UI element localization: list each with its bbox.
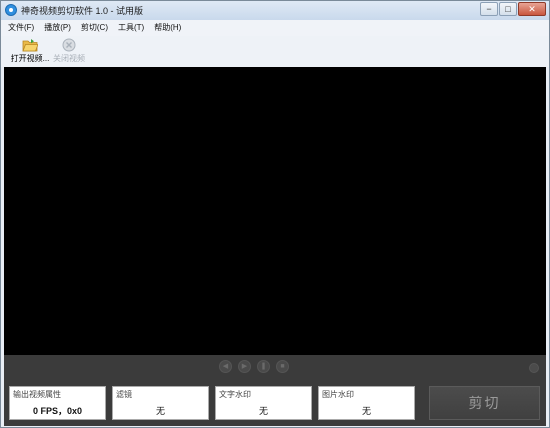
image-watermark-card[interactable]: 图片水印 无 — [318, 386, 415, 420]
play-button[interactable]: ▶ — [238, 360, 251, 373]
expand-icon[interactable] — [529, 363, 539, 373]
bottom-panel: ◀ ▶ ❚ ■ 输出视频属性 0 FPS，0x0 滤镜 无 文字水印 无 图片水… — [4, 355, 546, 426]
cut-button[interactable]: 剪切 — [429, 386, 540, 420]
rewind-button[interactable]: ◀ — [219, 360, 232, 373]
text-watermark-card[interactable]: 文字水印 无 — [215, 386, 312, 420]
rewind-icon: ◀ — [222, 363, 229, 370]
stop-button[interactable]: ■ — [276, 360, 289, 373]
video-preview[interactable] — [4, 67, 546, 355]
menu-help[interactable]: 帮助(H) — [149, 20, 186, 36]
app-logo-icon — [5, 4, 17, 16]
app-window: 神奇视频剪切软件 1.0 - 试用版 − □ ✕ 文件(F) 播放(P) 剪切(… — [0, 0, 550, 428]
output-props-value: 0 FPS，0x0 — [32, 406, 83, 416]
window-controls: − □ ✕ — [480, 2, 546, 16]
menu-tools[interactable]: 工具(T) — [113, 20, 149, 36]
filter-card[interactable]: 滤镜 无 — [112, 386, 209, 420]
filter-value: 无 — [155, 406, 165, 416]
image-watermark-value: 无 — [361, 406, 371, 416]
menu-bar: 文件(F) 播放(P) 剪切(C) 工具(T) 帮助(H) — [1, 20, 549, 37]
close-video-label: 关闭视频 — [53, 54, 85, 63]
playback-controls: ◀ ▶ ❚ ■ — [219, 360, 289, 373]
filter-caption: 滤镜 — [116, 390, 132, 399]
menu-play[interactable]: 播放(P) — [39, 20, 76, 36]
toolbar: 打开视频... 关闭视频 — [1, 36, 549, 67]
folder-open-icon — [22, 39, 38, 52]
output-props-card[interactable]: 输出视频属性 0 FPS，0x0 — [9, 386, 106, 420]
pause-button[interactable]: ❚ — [257, 360, 270, 373]
menu-file[interactable]: 文件(F) — [1, 20, 39, 36]
close-window-button[interactable]: ✕ — [518, 2, 546, 16]
minimize-button[interactable]: − — [480, 2, 498, 16]
output-props-caption: 输出视频属性 — [13, 390, 61, 399]
window-title: 神奇视频剪切软件 1.0 - 试用版 — [21, 6, 144, 16]
image-watermark-caption: 图片水印 — [322, 390, 354, 399]
pause-icon: ❚ — [260, 363, 267, 370]
stop-icon: ■ — [280, 363, 285, 370]
text-watermark-caption: 文字水印 — [219, 390, 251, 399]
text-watermark-value: 无 — [258, 406, 268, 416]
menu-cut[interactable]: 剪切(C) — [76, 20, 113, 36]
close-video-button[interactable]: 关闭视频 — [44, 38, 94, 64]
maximize-button[interactable]: □ — [499, 2, 517, 16]
title-bar[interactable]: 神奇视频剪切软件 1.0 - 试用版 − □ ✕ — [1, 1, 549, 20]
close-circle-icon — [62, 38, 76, 52]
play-icon: ▶ — [241, 363, 248, 370]
